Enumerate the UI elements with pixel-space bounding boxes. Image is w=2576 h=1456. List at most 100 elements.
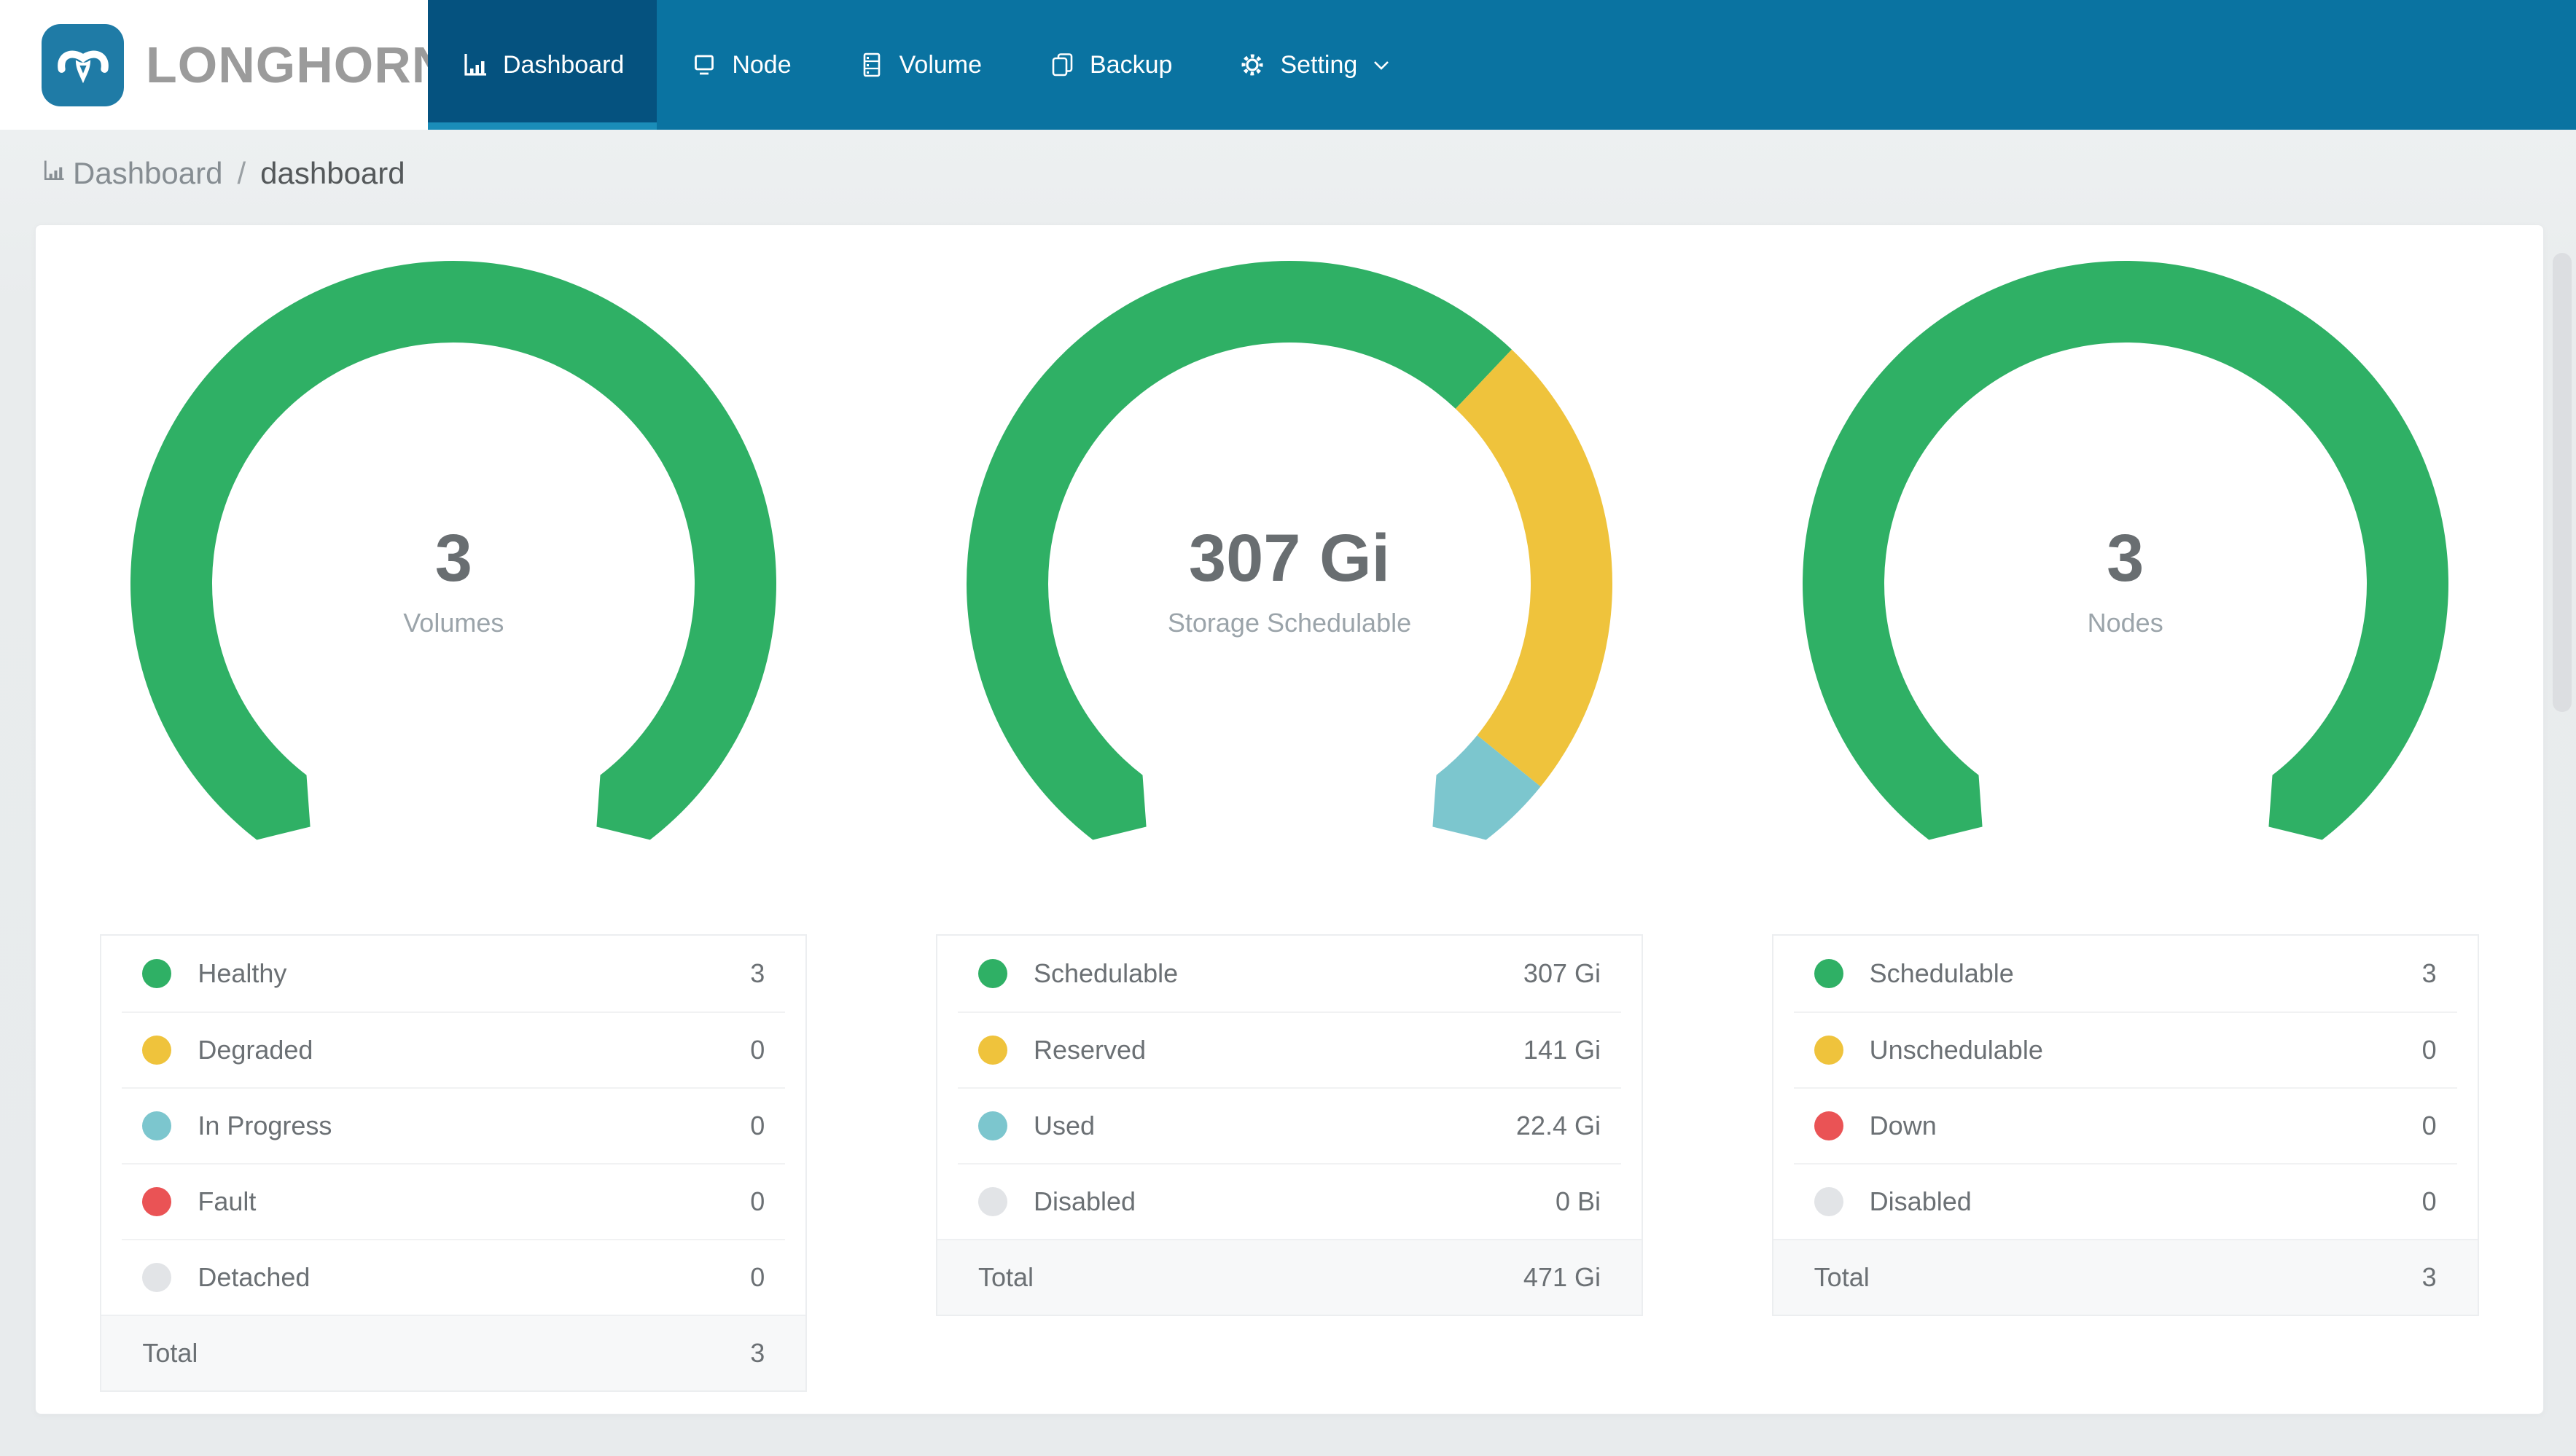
legend-row-label: Schedulable	[1869, 958, 2014, 988]
gauge-center-value: 3	[2107, 521, 2144, 595]
node-monitor-icon	[690, 50, 719, 79]
legend-color-dot	[1814, 1187, 1843, 1216]
longhorn-logo[interactable]: LONGHORN	[0, 0, 448, 130]
gauge-chart: 3 Nodes	[1801, 256, 2450, 850]
legend-row-label: Schedulable	[1034, 958, 1179, 988]
legend-row-label: Used	[1034, 1111, 1096, 1140]
breadcrumb-section-label: Dashboard	[73, 156, 223, 190]
legend-color-dot	[978, 959, 1007, 988]
legend-total-value: 3	[2421, 1262, 2437, 1292]
legend-row: Degraded 0	[122, 1011, 786, 1087]
gauge-center-value: 3	[434, 521, 472, 595]
gauge-center-value: 307 Gi	[1188, 521, 1391, 595]
legend-row: Detached 0	[122, 1239, 786, 1315]
brand-wordmark: LONGHORN	[146, 36, 450, 93]
nav-item-volume[interactable]: Volume	[824, 0, 1015, 130]
legend-total-row: Total 3	[101, 1315, 806, 1390]
longhorn-bull-icon	[42, 23, 124, 106]
scrollbar-thumb[interactable]	[2553, 253, 2572, 712]
legend-color-dot	[978, 1036, 1007, 1065]
chart-column-nodes: 3 Nodes Schedulable 3 Unschedulable 0 Down 0 D…	[1707, 256, 2543, 1392]
breadcrumb-separator: /	[237, 156, 246, 190]
chart-column-storage: 307 Gi Storage Schedulable Schedulable 30…	[872, 256, 1708, 1392]
legend-total-label: Total	[1814, 1262, 1870, 1292]
legend-color-dot	[978, 1111, 1007, 1140]
volume-server-icon	[857, 50, 886, 79]
breadcrumb: Dashboard / dashboard	[41, 156, 2576, 191]
main-nav: Dashboard Node Volume Backup Setting	[428, 0, 2576, 130]
nav-item-label: Dashboard	[503, 50, 625, 79]
nav-item-setting[interactable]: Setting	[1205, 0, 1424, 130]
nav-item-backup[interactable]: Backup	[1015, 0, 1205, 130]
legend-row-value: 0 Bi	[1555, 1186, 1601, 1216]
legend-color-dot	[142, 1263, 172, 1292]
legend-row-label: Unschedulable	[1869, 1035, 2043, 1065]
bar-chart-icon	[461, 50, 490, 79]
nav-item-dashboard[interactable]: Dashboard	[428, 0, 657, 130]
gauge-center-label: Nodes	[2087, 608, 2163, 638]
legend-row-label: Detached	[198, 1262, 311, 1292]
chevron-down-icon	[1372, 56, 1391, 74]
nav-item-label: Volume	[899, 50, 983, 79]
legend-row-label: In Progress	[198, 1111, 332, 1140]
legend-row-value: 22.4 Gi	[1515, 1111, 1601, 1140]
legend-total-row: Total 471 Gi	[937, 1239, 1642, 1315]
legend-row-value: 141 Gi	[1523, 1035, 1601, 1065]
nav-item-node[interactable]: Node	[657, 0, 824, 130]
legend-row-label: Degraded	[198, 1035, 313, 1065]
legend-row: Used 22.4 Gi	[958, 1087, 1621, 1163]
legend-row-value: 0	[2421, 1035, 2437, 1065]
nav-item-label: Backup	[1090, 50, 1173, 79]
legend-row-value: 0	[750, 1186, 765, 1216]
legend-total-label: Total	[142, 1338, 198, 1368]
nav-item-label: Node	[732, 50, 792, 79]
legend-row: Reserved 141 Gi	[958, 1011, 1621, 1087]
gauge-center-label: Volumes	[403, 608, 504, 638]
legend-color-dot	[1814, 959, 1843, 988]
legend-row: Unschedulable 0	[1793, 1011, 2457, 1087]
legend-row-value: 0	[750, 1111, 765, 1140]
legend-row-label: Down	[1869, 1111, 1937, 1140]
nav-item-label: Setting	[1280, 50, 1358, 79]
legend-color-dot	[142, 959, 172, 988]
legend-row: Down 0	[1793, 1087, 2457, 1163]
legend-total-value: 471 Gi	[1523, 1262, 1601, 1292]
legend-table: Schedulable 307 Gi Reserved 141 Gi Used 22.4 …	[936, 934, 1643, 1316]
legend-table: Schedulable 3 Unschedulable 0 Down 0 Disabled 0…	[1771, 934, 2479, 1316]
bar-chart-icon	[41, 156, 67, 191]
breadcrumb-page-label: dashboard	[260, 156, 405, 190]
legend-row: In Progress 0	[122, 1087, 786, 1163]
backup-copy-icon	[1047, 50, 1077, 79]
legend-row: Disabled 0	[1793, 1163, 2457, 1239]
gauge-center-label: Storage Schedulable	[1167, 608, 1412, 638]
legend-row-value: 0	[2421, 1111, 2437, 1140]
legend-row-value: 3	[750, 958, 765, 988]
legend-total-value: 3	[750, 1338, 765, 1368]
app-header: LONGHORN Dashboard Node Volume Backup Se…	[0, 0, 2576, 130]
legend-row-value: 0	[2421, 1186, 2437, 1216]
legend-row: Schedulable 3	[1794, 936, 2457, 1011]
legend-row: Healthy 3	[122, 936, 785, 1011]
legend-row-value: 0	[750, 1035, 765, 1065]
gauge-chart: 307 Gi Storage Schedulable	[965, 256, 1614, 850]
legend-row-value: 307 Gi	[1523, 958, 1601, 988]
breadcrumb-dashboard-link[interactable]: Dashboard	[41, 156, 222, 191]
legend-color-dot	[142, 1111, 172, 1140]
legend-row-label: Disabled	[1034, 1186, 1136, 1216]
legend-table: Healthy 3 Degraded 0 In Progress 0 Fault 0 Detac…	[100, 934, 808, 1392]
gear-icon	[1238, 50, 1267, 79]
legend-row: Fault 0	[122, 1163, 786, 1239]
legend-row: Disabled 0 Bi	[958, 1163, 1621, 1239]
legend-total-row: Total 3	[1773, 1239, 2478, 1315]
legend-color-dot	[1814, 1036, 1843, 1065]
legend-row-value: 3	[2421, 958, 2437, 988]
legend-color-dot	[978, 1187, 1007, 1216]
legend-row-label: Fault	[198, 1186, 257, 1216]
legend-row-value: 0	[750, 1262, 765, 1292]
legend-color-dot	[1814, 1111, 1843, 1140]
legend-row-label: Healthy	[198, 958, 287, 988]
dashboard-card: 3 Volumes Healthy 3 Degraded 0 In Progress 0 F…	[35, 224, 2544, 1414]
legend-color-dot	[142, 1187, 172, 1216]
chart-column-volumes: 3 Volumes Healthy 3 Degraded 0 In Progress 0 F…	[36, 256, 872, 1392]
gauge-chart: 3 Volumes	[129, 256, 778, 850]
